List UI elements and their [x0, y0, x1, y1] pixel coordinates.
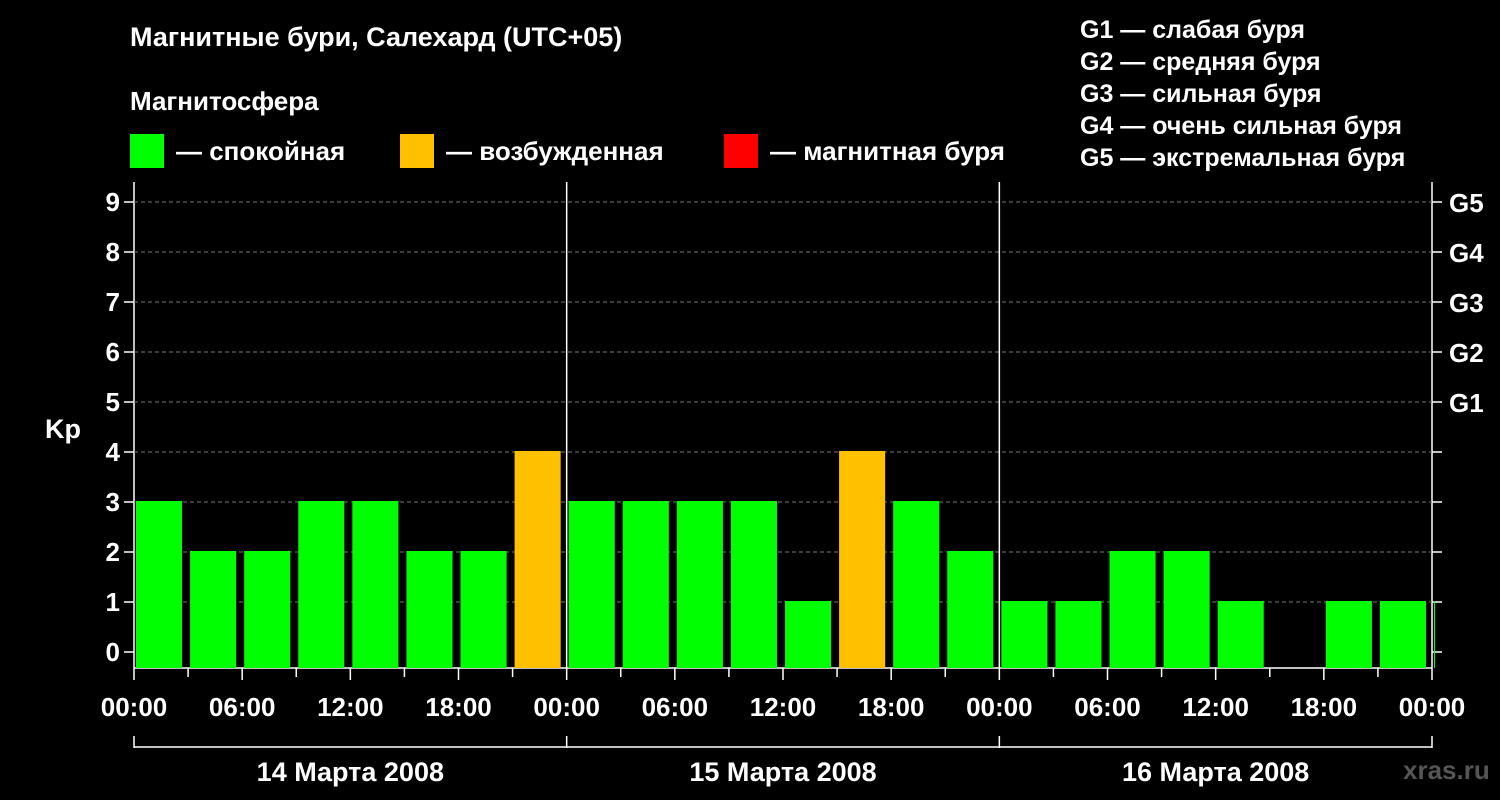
kp-bar	[460, 551, 507, 668]
day-label: 14 Марта 2008	[257, 757, 444, 787]
y-tick-label: 0	[106, 637, 120, 667]
right-tick-label: G2	[1449, 338, 1484, 368]
kp-bar	[568, 501, 615, 668]
kp-bar	[1109, 551, 1156, 668]
kp-bar	[1325, 601, 1372, 668]
kp-bar	[676, 501, 723, 668]
y-tick-label: 7	[106, 287, 120, 317]
kp-bar	[893, 501, 940, 668]
kp-chart: 0 1 2 3 4 5 6 7 8 9 G1 G2 G3 G4 G5 Kp 00:00 06:00 12:00 18:…	[45, 182, 1484, 787]
kp-bar	[1434, 601, 1435, 668]
x-tick-label: 00:00	[533, 692, 600, 722]
x-tick-label: 00:00	[1399, 692, 1466, 722]
x-tick-label: 12:00	[317, 692, 384, 722]
x-tick-label: 06:00	[642, 692, 709, 722]
kp-bar	[1379, 601, 1426, 668]
watermark: xras.ru	[1403, 755, 1490, 785]
x-tick-label: 18:00	[425, 692, 492, 722]
x-tick-label: 18:00	[858, 692, 925, 722]
y-tick-label: 6	[106, 337, 120, 367]
y-tick-label: 2	[106, 537, 120, 567]
kp-bar	[244, 551, 291, 668]
kp-bar	[622, 501, 669, 668]
day-label: 16 Марта 2008	[1122, 757, 1309, 787]
kp-bar	[298, 501, 345, 668]
y-tick-label: 4	[106, 437, 121, 467]
kp-bar	[352, 501, 399, 668]
right-tick-label: G5	[1449, 188, 1484, 218]
right-tick-label: G1	[1449, 388, 1484, 418]
kp-bar	[514, 451, 561, 668]
kp-bar	[1055, 601, 1102, 668]
y-tick-label: 8	[106, 237, 120, 267]
y-tick-label: 9	[106, 187, 120, 217]
kp-bar	[406, 551, 453, 668]
x-tick-label: 00:00	[101, 692, 168, 722]
x-tick-label: 00:00	[966, 692, 1033, 722]
y-tick-label: 5	[106, 387, 120, 417]
y-tick-label: 3	[106, 487, 120, 517]
y-tick-label: 1	[106, 587, 120, 617]
kp-bar	[1217, 601, 1264, 668]
x-tick-label: 12:00	[750, 692, 817, 722]
kp-bar	[785, 601, 832, 668]
x-tick-label: 18:00	[1291, 692, 1358, 722]
x-tick-label: 06:00	[1074, 692, 1141, 722]
day-label: 15 Марта 2008	[689, 757, 876, 787]
kp-bar	[947, 551, 994, 668]
kp-bar	[1001, 601, 1048, 668]
kp-bar	[730, 501, 777, 668]
y-axis-label: Kp	[45, 414, 81, 444]
kp-bar	[839, 451, 886, 668]
x-tick-label: 12:00	[1182, 692, 1249, 722]
kp-bar	[190, 551, 237, 668]
kp-bar	[1163, 551, 1210, 668]
x-tick-label: 06:00	[209, 692, 276, 722]
right-tick-label: G3	[1449, 288, 1484, 318]
right-tick-label: G4	[1449, 238, 1484, 268]
kp-bar	[136, 501, 183, 668]
